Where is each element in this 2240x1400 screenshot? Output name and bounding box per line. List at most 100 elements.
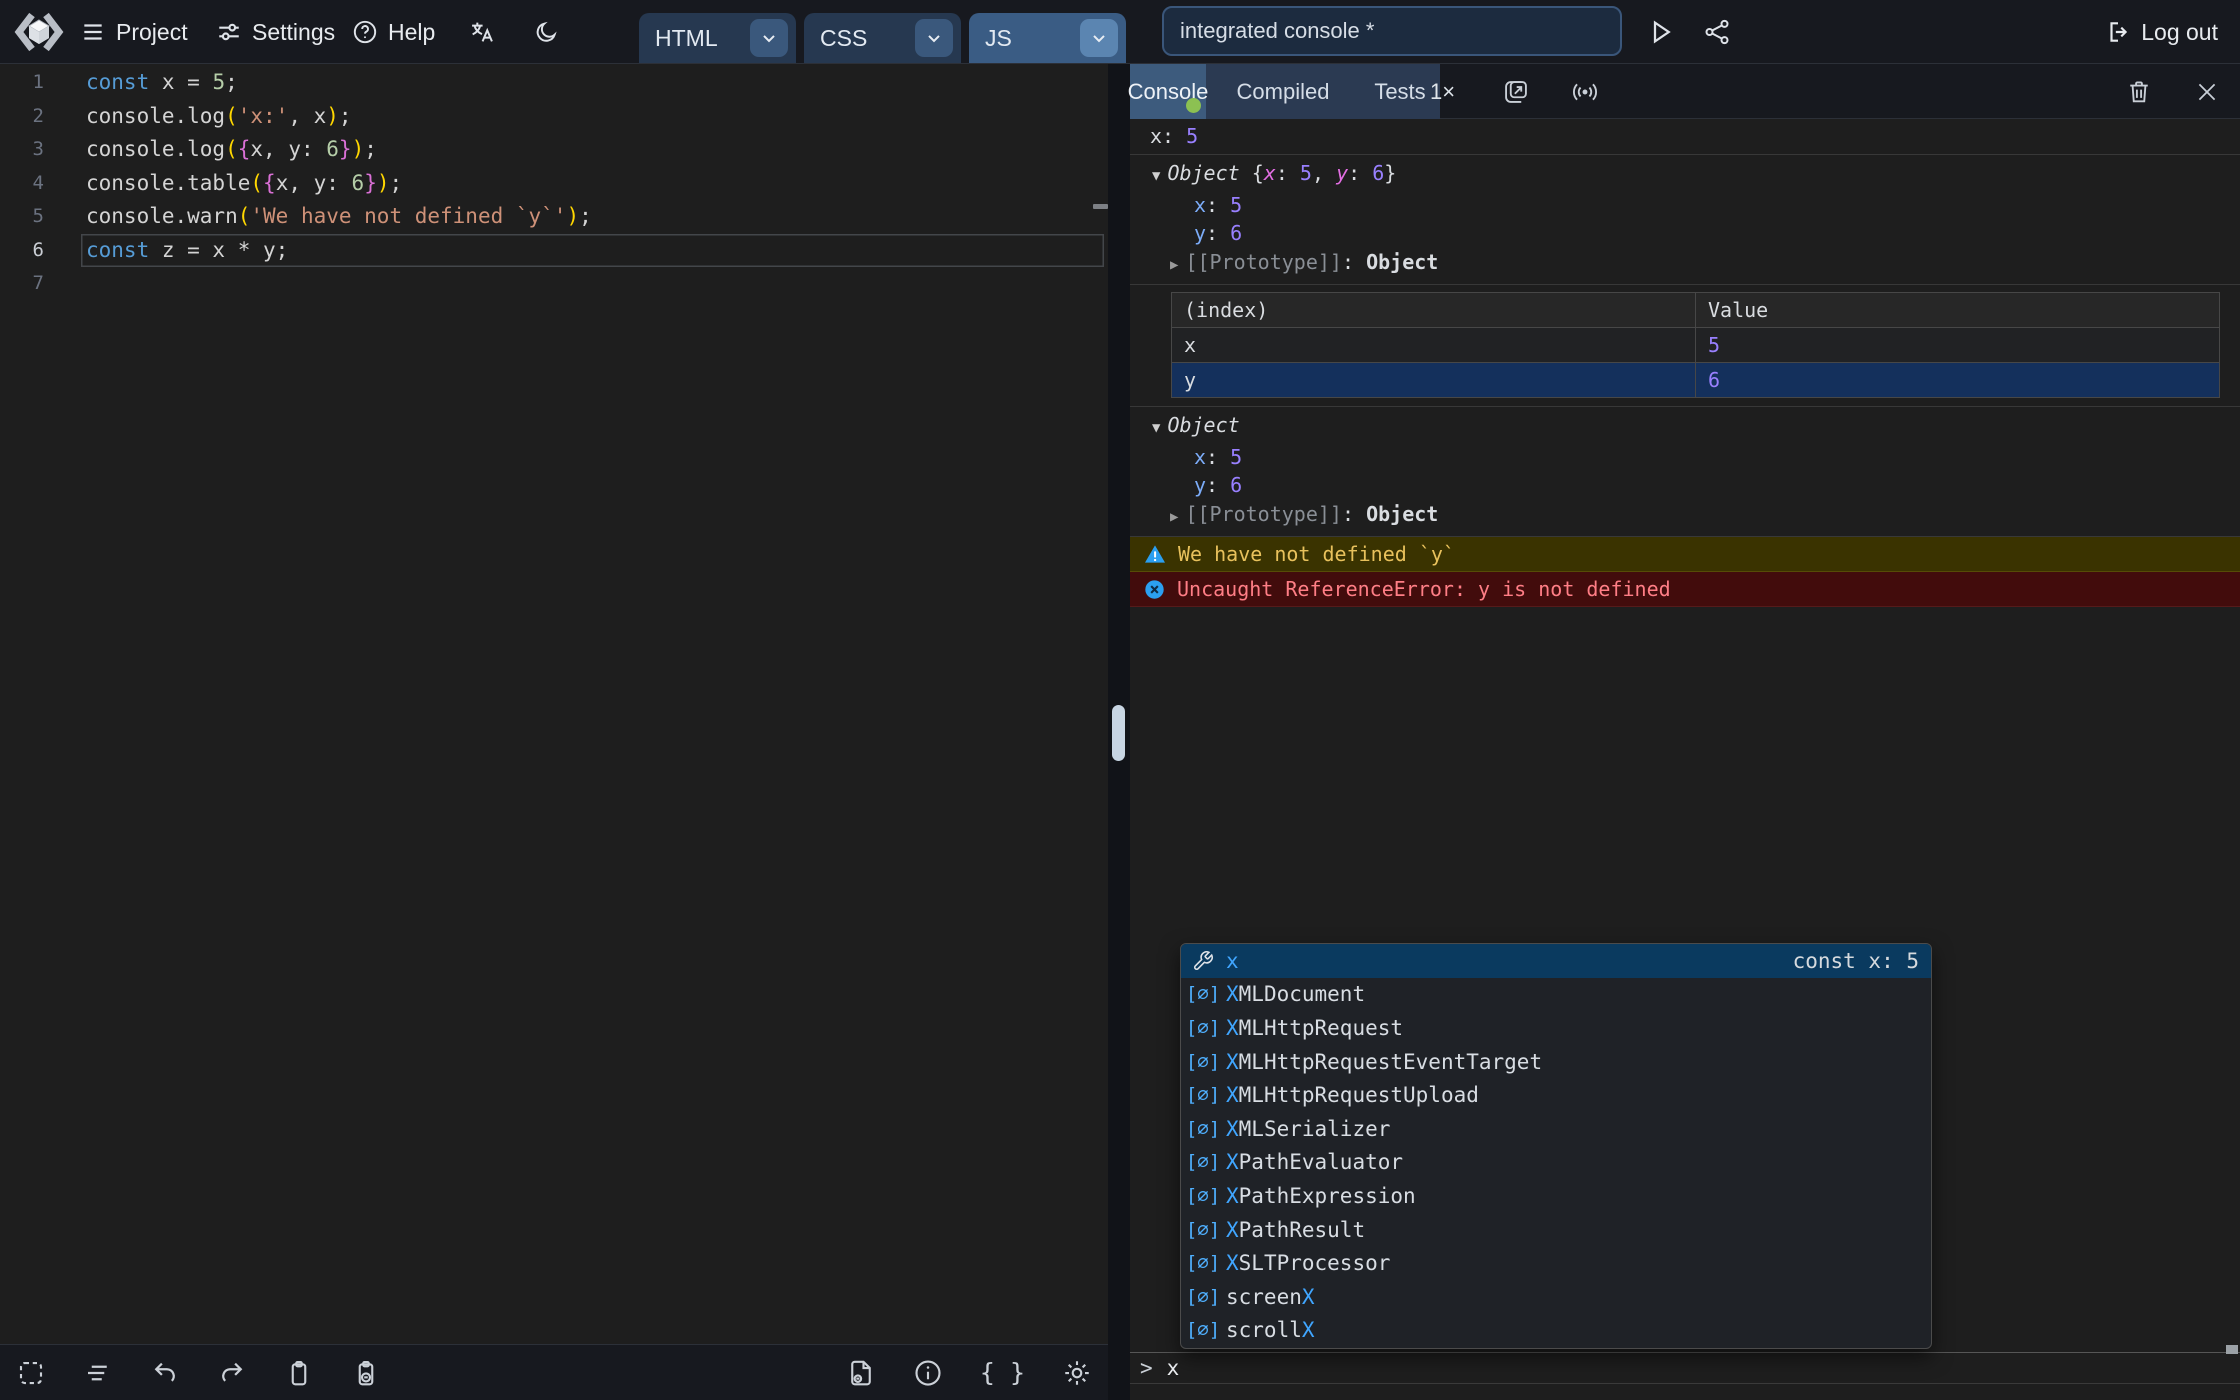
project-menu[interactable]: Project [80,0,188,64]
table-row[interactable]: y6 [1172,363,2220,398]
expand-triangle-icon[interactable]: ▶ [1170,257,1178,273]
table-header-cell[interactable]: Value [1696,293,2220,328]
suggest-item[interactable]: [∅]XMLDocument [1181,978,1931,1012]
share-button[interactable] [1702,17,1732,47]
suggest-item[interactable]: [∅]XPathResult [1181,1213,1931,1247]
translate-button[interactable] [468,0,496,64]
console-scrollbar-thumb[interactable] [2226,1345,2238,1354]
suggest-item-label: XMLHttpRequestEventTarget [1226,1050,1542,1074]
code-editor[interactable]: 1234567 const x = 5;console.log('x:', x)… [0,64,1108,1344]
editor-settings-icon[interactable] [1062,1358,1092,1388]
code-line[interactable]: const x = 5; [81,66,1104,100]
divider-drag-handle[interactable] [1112,705,1125,761]
table-header-cell[interactable]: (index) [1172,293,1696,328]
class-symbol-icon: [∅] [1189,1017,1217,1039]
paste-icon[interactable] [351,1358,381,1388]
tab-css[interactable]: CSS [804,13,961,63]
code-line[interactable]: console.log({x, y: 6}); [81,133,1104,167]
line-number: 3 [0,133,44,167]
tab-js-label: JS [985,25,1012,52]
open-in-new-window-button[interactable] [1502,64,1530,119]
table-row[interactable]: x5 [1172,328,2220,363]
format-braces-icon[interactable]: { } [980,1358,1025,1387]
suggest-item[interactable]: [∅]XSLTProcessor [1181,1246,1931,1280]
console-entry-object[interactable]: ▼Object {x: 5, y: 6}x: 5y: 6▶[[Prototype… [1130,155,2240,285]
top-bar: Project Settings Help [0,0,2240,64]
suggest-item[interactable]: [∅] XMLHttpRequestEventTarget [1181,1045,1931,1079]
tab-tests-label: Tests [1374,79,1425,105]
error-icon [1144,579,1165,600]
external-resources-icon[interactable] [846,1358,876,1388]
suggest-item[interactable]: [∅]XPathExpression [1181,1179,1931,1213]
overview-ruler-marker [1093,204,1108,209]
theme-toggle-button[interactable] [534,0,560,64]
line-number: 5 [0,200,44,234]
class-symbol-icon: [∅] [1189,1118,1217,1140]
prompt-input-value[interactable]: x [1167,1356,1180,1380]
suggest-item[interactable]: [∅]XMLHttpRequestUpload [1181,1078,1931,1112]
collapse-triangle-icon[interactable]: ▼ [1152,420,1160,436]
format-lines-icon[interactable] [83,1358,113,1388]
logo-icon [12,9,66,55]
select-region-icon[interactable] [16,1358,46,1388]
console-entry-table: (index)Valuex5y6 [1130,285,2240,407]
close-console-button[interactable] [2193,64,2221,119]
code-line[interactable] [81,267,1104,301]
js-tab-menu-button[interactable] [1080,19,1118,57]
tab-js[interactable]: JS [969,13,1126,63]
line-number: 7 [0,267,44,301]
collapse-triangle-icon[interactable]: ▼ [1152,168,1160,184]
logout-button[interactable]: Log out [2105,0,2218,64]
suggest-item[interactable]: [∅]screenX [1181,1280,1931,1314]
undo-icon[interactable] [150,1358,180,1388]
info-icon[interactable] [913,1358,943,1388]
redo-icon[interactable] [217,1358,247,1388]
help-menu[interactable]: Help [352,0,435,64]
suggest-item-label: scrollX [1226,1318,1315,1342]
html-tab-menu-button[interactable] [750,19,788,57]
share-icon [1702,17,1732,47]
console-entry-object[interactable]: ▼Objectx: 5y: 6▶[[Prototype]]: Object [1130,407,2240,537]
copy-icon[interactable] [284,1358,314,1388]
suggest-item-detail: const x: 5 [1793,949,1919,973]
code-line[interactable]: const z = x * y; [81,234,1104,268]
tab-html[interactable]: HTML [639,13,796,63]
run-button[interactable] [1645,17,1675,47]
suggest-item[interactable]: [∅]scrollX [1181,1314,1931,1348]
suggest-item[interactable]: [∅]XPathEvaluator [1181,1146,1931,1180]
code-line[interactable]: console.log('x:', x); [81,100,1104,134]
tab-compiled[interactable]: Compiled [1206,64,1360,119]
class-symbol-icon: [∅] [1189,1151,1217,1173]
css-tab-menu-button[interactable] [915,19,953,57]
tab-console[interactable]: Console [1130,64,1206,119]
suggest-item-label: XPathExpression [1226,1184,1416,1208]
zoom-level-button[interactable]: 1× [1430,64,1455,119]
clear-console-button[interactable] [2125,64,2153,119]
suggest-item[interactable]: [∅]XMLSerializer [1181,1112,1931,1146]
class-symbol-icon: [∅] [1189,1051,1217,1073]
suggest-item[interactable]: xconst x: 5 [1181,944,1931,978]
settings-menu[interactable]: Settings [216,0,335,64]
console-tabs: Console Compiled Tests [1130,64,1440,119]
broadcast-icon[interactable] [1568,64,1602,119]
console-entry-log: x: 5 [1130,119,2240,155]
console-table: (index)Valuex5y6 [1171,292,2220,398]
tab-html-label: HTML [655,25,718,52]
app-logo[interactable] [12,0,66,64]
table-value-cell: 5 [1696,328,2220,363]
autocomplete-dropdown[interactable]: xconst x: 5[∅]XMLDocument[∅]XMLHttpReque… [1180,943,1932,1349]
help-menu-label: Help [388,19,435,46]
project-title-input[interactable]: integrated console * [1162,6,1622,56]
prompt-chevron-icon: > [1140,1356,1153,1380]
editor-tabs: HTML CSS JS [639,13,1126,63]
editor-code-area[interactable]: const x = 5;console.log('x:', x);console… [81,66,1104,301]
chevron-down-icon [924,28,944,48]
tab-css-label: CSS [820,25,867,52]
suggest-item[interactable]: [∅]XMLHttpRequest [1181,1011,1931,1045]
code-line[interactable]: console.table({x, y: 6}); [81,167,1104,201]
class-symbol-icon: [∅] [1189,983,1217,1005]
code-line[interactable]: console.warn('We have not defined `y`'); [81,200,1104,234]
expand-triangle-icon[interactable]: ▶ [1170,509,1178,525]
tab-tests[interactable]: Tests [1360,64,1440,119]
console-prompt[interactable]: > x [1130,1352,2240,1384]
